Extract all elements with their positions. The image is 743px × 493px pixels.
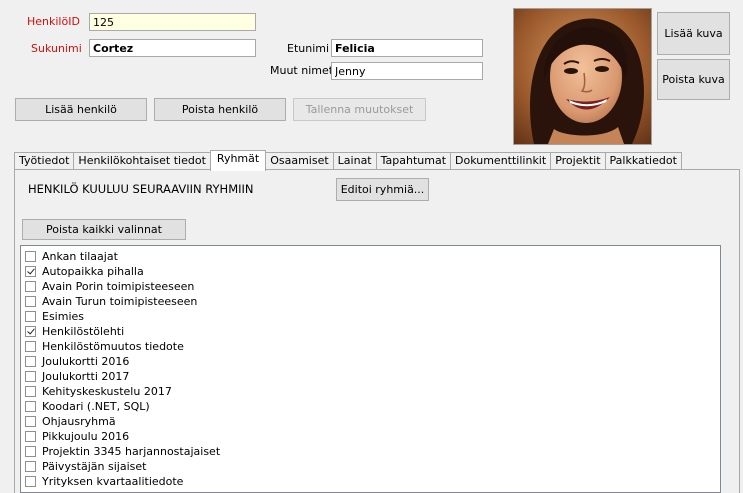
group-label: Esimies (42, 310, 85, 323)
person-photo (513, 8, 652, 145)
group-label: Avain Turun toimipisteeseen (42, 295, 198, 308)
group-label: Ankan tilaajat (42, 250, 118, 263)
group-label: Henkilöstölehti (42, 325, 125, 338)
othernames-label: Muut nimet (270, 64, 334, 77)
tab-document-links[interactable]: Dokumenttilinkit (450, 152, 552, 169)
clear-selections-button[interactable]: Poista kaikki valinnat (22, 219, 186, 240)
remove-person-button[interactable]: Poista henkilö (154, 98, 286, 121)
group-label: Autopaikka pihalla (42, 265, 144, 278)
group-list-item[interactable]: Yrityksen kvartaalitiedote (25, 474, 183, 489)
othernames-field[interactable] (331, 62, 483, 80)
group-label: Avain Porin toimipisteeseen (42, 280, 195, 293)
group-checkbox[interactable] (25, 296, 36, 307)
tab-work-info[interactable]: Työtiedot (14, 152, 75, 169)
group-list-item[interactable]: Esimies (25, 309, 84, 324)
group-checkbox[interactable] (25, 401, 36, 412)
group-list-item[interactable]: Kehityskeskustelu 2017 (25, 384, 172, 399)
group-list-item[interactable]: Pikkujoulu 2016 (25, 429, 129, 444)
group-checkbox[interactable] (25, 311, 36, 322)
group-label: Koodari (.NET, SQL) (42, 400, 150, 413)
tab-projects[interactable]: Projektit (550, 152, 606, 169)
add-photo-button[interactable]: Lisää kuva (657, 12, 730, 55)
tab-events[interactable]: Tapahtumat (375, 152, 452, 169)
group-list-item[interactable]: Avain Turun toimipisteeseen (25, 294, 197, 309)
group-list-item[interactable]: Päivystäjän sijaiset (25, 459, 146, 474)
group-checkbox[interactable] (25, 281, 36, 292)
add-person-button[interactable]: Lisää henkilö (15, 98, 147, 121)
tab-skills[interactable]: Osaamiset (265, 152, 334, 169)
group-checkbox[interactable] (25, 431, 36, 442)
group-checkbox[interactable] (25, 371, 36, 382)
group-list-item[interactable]: Henkilöstölehti (25, 324, 124, 339)
group-label: Joulukortti 2016 (42, 355, 130, 368)
lastname-label: Sukunimi (31, 42, 82, 55)
group-list-item[interactable]: Joulukortti 2016 (25, 354, 129, 369)
groups-heading: HENKILÖ KUULUU SEURAAVIIN RYHMIIN (28, 182, 254, 196)
group-list-item[interactable]: Projektin 3345 harjannostajaiset (25, 444, 220, 459)
group-checkbox[interactable] (25, 461, 36, 472)
tab-loans[interactable]: Lainat (332, 152, 377, 169)
group-list-item[interactable]: Ohjausryhmä (25, 414, 116, 429)
groups-checklist: Ankan tilaajat Autopaikka pihalla Avain Po… (20, 245, 721, 493)
lastname-field[interactable] (89, 39, 256, 57)
group-checkbox[interactable] (25, 266, 36, 277)
group-list-item[interactable]: Avain Porin toimipisteeseen (25, 279, 194, 294)
group-list-item[interactable]: Autopaikka pihalla (25, 264, 144, 279)
person-id-label: HenkilöID (27, 15, 80, 28)
group-checkbox[interactable] (25, 356, 36, 367)
group-checkbox[interactable] (25, 446, 36, 457)
group-list-item[interactable]: Joulukortti 2017 (25, 369, 129, 384)
group-list-item[interactable]: Koodari (.NET, SQL) (25, 399, 150, 414)
group-label: Projektin 3345 harjannostajaiset (42, 445, 221, 458)
group-list-item[interactable]: Henkilöstömuutos tiedote (25, 339, 184, 354)
person-id-field[interactable] (89, 13, 256, 31)
group-label: Päivystäjän sijaiset (42, 460, 147, 473)
portrait-image (514, 9, 651, 145)
tab-groups[interactable]: Ryhmät (209, 150, 267, 171)
group-checkbox[interactable] (25, 476, 36, 487)
tab-salary-info[interactable]: Palkkatiedot (604, 152, 682, 169)
tab-strip: Työtiedot Henkilökohtaiset tiedot Ryhmät… (14, 150, 682, 171)
firstname-field[interactable] (331, 39, 483, 57)
group-label: Pikkujoulu 2016 (42, 430, 130, 443)
group-list-item[interactable]: Ankan tilaajat (25, 249, 118, 264)
group-checkbox[interactable] (25, 341, 36, 352)
remove-photo-button[interactable]: Poista kuva (657, 59, 730, 100)
group-checkbox[interactable] (25, 386, 36, 397)
group-label: Joulukortti 2017 (42, 370, 130, 383)
group-checkbox[interactable] (25, 416, 36, 427)
tab-personal-info[interactable]: Henkilökohtaiset tiedot (73, 152, 211, 169)
group-checkbox[interactable] (25, 251, 36, 262)
save-changes-button[interactable]: Tallenna muutokset (293, 98, 426, 121)
firstname-label: Etunimi (287, 42, 330, 55)
edit-groups-button[interactable]: Editoi ryhmiä... (336, 178, 429, 201)
group-label: Ohjausryhmä (42, 415, 116, 428)
group-label: Henkilöstömuutos tiedote (42, 340, 184, 353)
group-label: Kehityskeskustelu 2017 (42, 385, 172, 398)
group-checkbox[interactable] (25, 326, 36, 337)
group-label: Yrityksen kvartaalitiedote (42, 475, 184, 488)
